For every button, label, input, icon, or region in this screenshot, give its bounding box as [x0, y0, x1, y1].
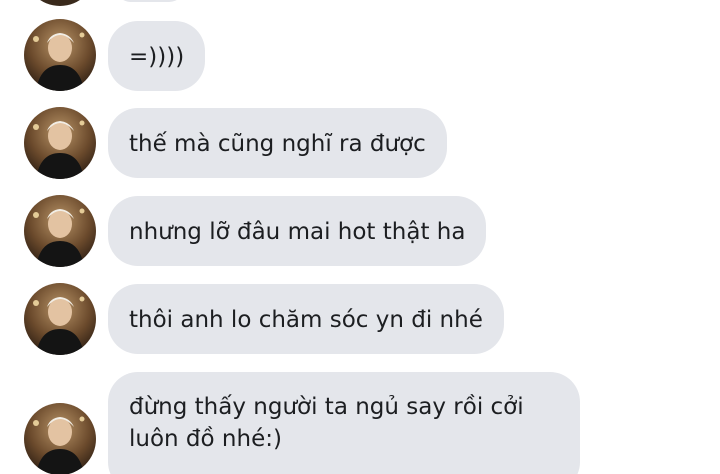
avatar-photo-icon: [24, 283, 96, 355]
avatar[interactable]: [24, 403, 96, 474]
avatar[interactable]: [24, 0, 96, 6]
avatar[interactable]: [24, 19, 96, 91]
message-bubble-partial[interactable]: [115, 0, 185, 2]
avatar-photo-icon: [24, 107, 96, 179]
avatar[interactable]: [24, 195, 96, 267]
avatar[interactable]: [24, 283, 96, 355]
message-bubble[interactable]: thôi anh lo chăm sóc yn đi nhé: [108, 284, 504, 354]
message-text: đừng thấy người ta ngủ say rồi cởi luôn …: [129, 394, 524, 452]
message-bubble[interactable]: nhưng lỡ đâu mai hot thật ha: [108, 196, 487, 266]
message-bubble[interactable]: đừng thấy người ta ngủ say rồi cởi luôn …: [108, 372, 580, 474]
message-text: =)))): [129, 44, 185, 70]
avatar-photo-icon: [24, 19, 96, 91]
message-bubble[interactable]: =)))): [108, 21, 206, 91]
message-text: thôi anh lo chăm sóc yn đi nhé: [129, 307, 483, 333]
avatar[interactable]: [24, 107, 96, 179]
message-text: thế mà cũng nghĩ ra được: [129, 131, 426, 157]
avatar-photo-icon: [24, 0, 96, 6]
avatar-photo-icon: [24, 403, 96, 474]
chat-message-thread: =)))) thế mà cũng nghĩ ra được nhưng lỡ …: [0, 0, 720, 474]
avatar-photo-icon: [24, 195, 96, 267]
message-text: nhưng lỡ đâu mai hot thật ha: [129, 219, 466, 245]
message-bubble[interactable]: thế mà cũng nghĩ ra được: [108, 108, 447, 178]
